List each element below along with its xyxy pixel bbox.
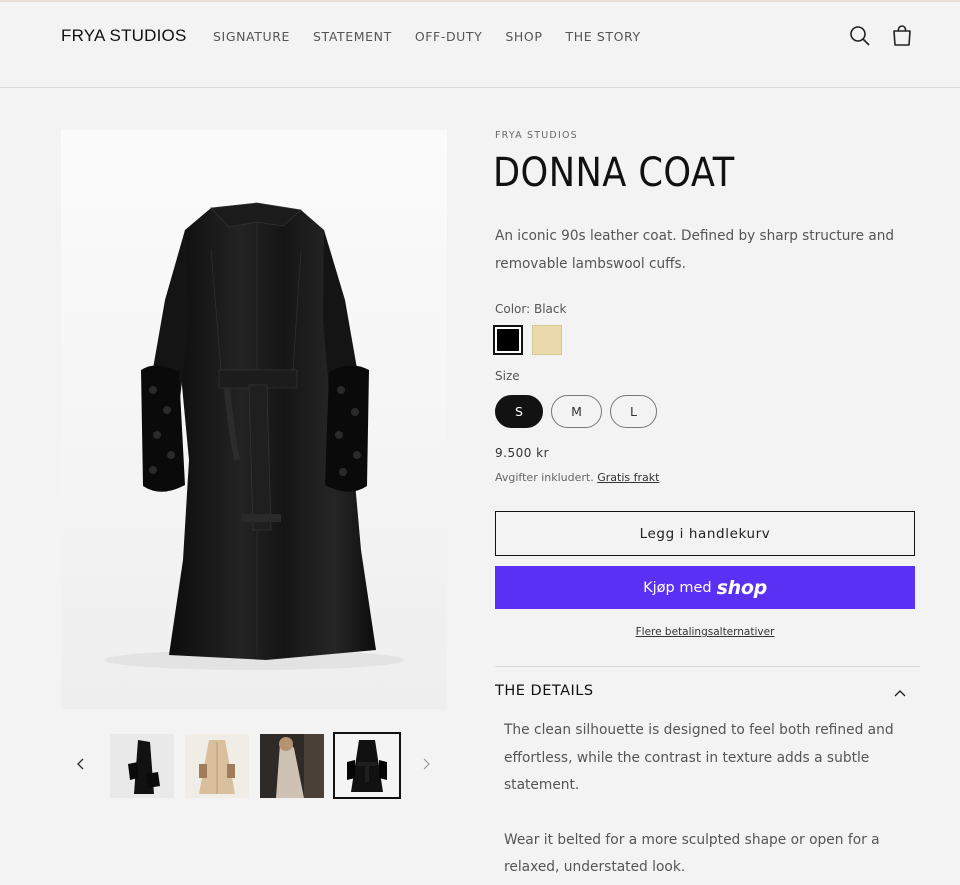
size-option-s[interactable]: S	[495, 395, 543, 428]
color-swatch-beige[interactable]	[532, 325, 562, 355]
chevron-up-icon[interactable]	[892, 686, 908, 702]
thumbnail-1[interactable]	[110, 734, 174, 798]
thumbnail-4[interactable]	[333, 732, 401, 799]
nav-item-statement[interactable]: STATEMENT	[313, 29, 392, 44]
nav-item-off-duty[interactable]: OFF-DUTY	[415, 29, 483, 44]
details-heading[interactable]: THE DETAILS	[495, 683, 594, 699]
product-main-image[interactable]	[61, 130, 447, 709]
chevron-left-icon[interactable]	[71, 754, 91, 774]
shop-pay-logo: shop	[716, 576, 768, 599]
details-paragraph: The clean silhouette is designed to feel…	[504, 722, 894, 793]
shop-pay-button[interactable]: Kjøp med shop	[495, 566, 915, 609]
tax-text: Avgifter inkludert.	[495, 471, 594, 484]
brand-logo[interactable]: FRYA STUDIOS	[61, 26, 187, 46]
thumbnail-2[interactable]	[185, 734, 249, 798]
size-label: Size	[495, 369, 520, 383]
details-paragraph: Wear it belted for a more sculpted shape…	[504, 831, 880, 876]
add-to-cart-button[interactable]: Legg i handlekurv	[495, 511, 915, 556]
product-description: An iconic 90s leather coat. Defined by s…	[495, 228, 895, 272]
nav-item-the-story[interactable]: THE STORY	[566, 29, 641, 44]
thumbnail-slider	[61, 732, 447, 800]
search-icon[interactable]	[848, 24, 872, 48]
size-option-m[interactable]: M	[551, 395, 602, 428]
shop-pay-prefix: Kjøp med	[643, 579, 712, 596]
main-nav: SIGNATURE STATEMENT OFF-DUTY SHOP THE ST…	[213, 29, 664, 44]
site-header: FRYA STUDIOS SIGNATURE STATEMENT OFF-DUT…	[0, 2, 960, 88]
details-content: The clean silhouette is designed to feel…	[504, 717, 913, 885]
size-option-l[interactable]: L	[610, 395, 657, 428]
nav-item-signature[interactable]: SIGNATURE	[213, 29, 290, 44]
product-title: DONNA COAT	[493, 150, 735, 196]
more-payment-options-link[interactable]: Flere betalingsalternativer	[495, 626, 915, 638]
product-vendor: FRYA STUDIOS	[495, 130, 578, 141]
color-swatch-black[interactable]	[493, 325, 523, 355]
product-price: 9.500 kr	[495, 446, 550, 460]
cart-icon[interactable]	[890, 24, 914, 48]
color-label: Color: Black	[495, 302, 567, 316]
tax-info: Avgifter inkludert. Gratis frakt	[495, 471, 659, 484]
details-divider	[495, 666, 920, 667]
chevron-right-icon[interactable]	[416, 754, 436, 774]
thumbnail-3[interactable]	[260, 734, 324, 798]
nav-item-shop[interactable]: SHOP	[505, 29, 542, 44]
shipping-link[interactable]: Gratis frakt	[597, 471, 659, 484]
coat-illustration	[104, 202, 404, 670]
